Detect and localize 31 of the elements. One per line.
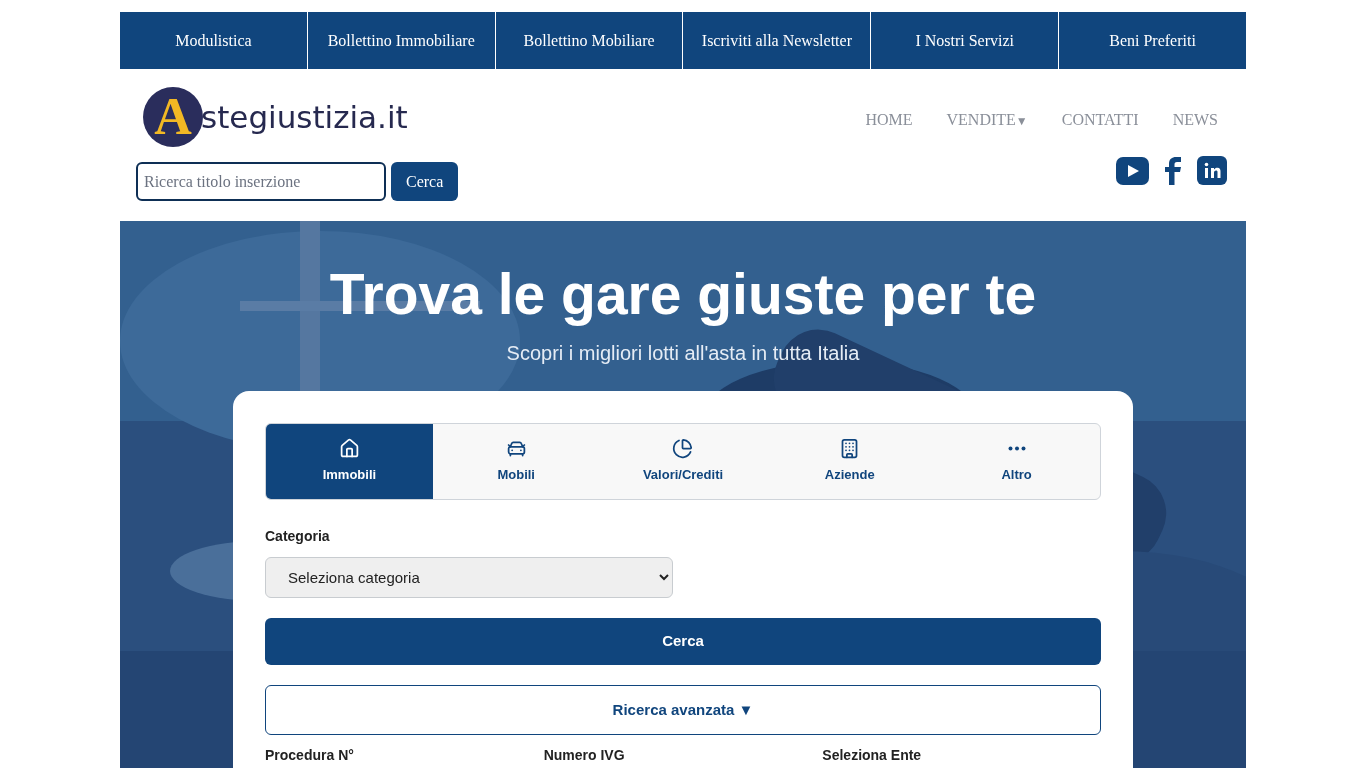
- field-label: Seleziona Ente: [822, 747, 923, 763]
- hero-subtitle: Scopri i migliori lotti all'asta in tutta Italia: [506, 341, 860, 366]
- category-tab[interactable]: Aziende: [766, 424, 934, 499]
- field-label: Procedura N°: [265, 747, 355, 763]
- top-menu-link[interactable]: Bollettino Immobiliare: [306, 12, 495, 69]
- category-label: Categoria: [265, 527, 330, 546]
- top-menu-link[interactable]: Iscriviti alla Newsletter: [682, 12, 871, 69]
- caret-icon: ▼: [1015, 114, 1028, 128]
- hero-title: Trova le gare giuste per te: [329, 261, 1037, 327]
- advanced-search-button[interactable]: Ricerca avanzata ▼: [265, 685, 1101, 735]
- search-submit-button[interactable]: Cerca: [265, 618, 1101, 665]
- category-select[interactable]: Seleziona categoria: [265, 557, 673, 598]
- top-menu-link[interactable]: Beni Preferiti: [1058, 12, 1246, 69]
- search-button[interactable]: Cerca: [391, 162, 459, 201]
- linkedin-icon[interactable]: [1197, 156, 1227, 185]
- more-icon: [1007, 446, 1026, 452]
- pie-chart-icon: [672, 438, 694, 460]
- house-icon: [338, 438, 360, 460]
- top-menu-link[interactable]: Bollettino Mobiliare: [494, 12, 683, 69]
- field-label: Numero IVG: [543, 747, 626, 763]
- video-play-icon[interactable]: [1116, 156, 1149, 185]
- facebook-icon[interactable]: [1162, 156, 1184, 185]
- top-menu-link[interactable]: I Nostri Servizi: [870, 12, 1059, 69]
- logo-text: stegiustizia.it: [201, 101, 408, 133]
- category-tab[interactable]: Mobili: [432, 424, 600, 499]
- search-field[interactable]: Ricerca titolo inserzione: [136, 162, 386, 201]
- top-menu-link[interactable]: Modulistica: [120, 12, 307, 69]
- category-tab[interactable]: Altro: [933, 424, 1100, 499]
- logo-initial: A: [154, 91, 192, 143]
- category-tab[interactable]: Immobili: [266, 424, 433, 499]
- category-tab[interactable]: Valori/Crediti: [599, 424, 767, 499]
